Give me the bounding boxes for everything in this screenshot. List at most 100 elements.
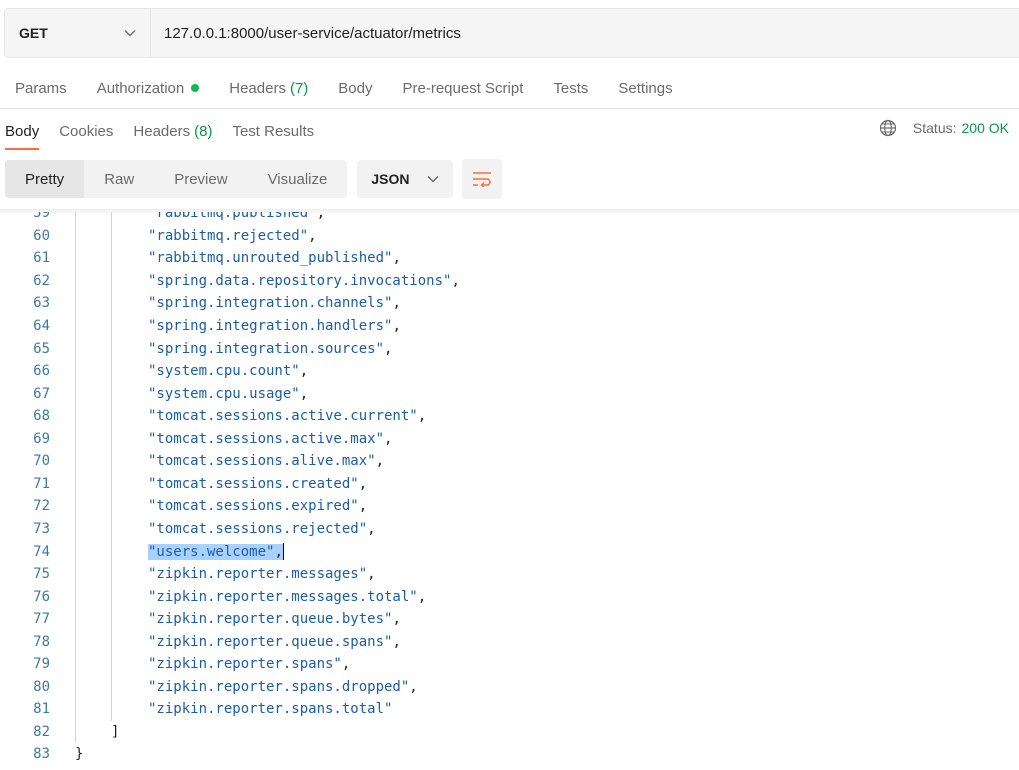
code-line: 70 "tomcat.sessions.alive.max", xyxy=(0,450,1019,473)
code-string: "rabbitmq.published" xyxy=(148,212,317,222)
code-punctuation: , xyxy=(358,475,368,492)
line-number: 62 xyxy=(33,272,50,289)
code-string: "spring.integration.handlers" xyxy=(148,318,393,334)
code-punctuation: , xyxy=(384,340,393,357)
response-tabs: Body Cookies Headers (8) Test Results xyxy=(0,112,324,150)
tab-params[interactable]: Params xyxy=(15,80,67,97)
code-string: "tomcat.sessions.created" xyxy=(148,475,359,492)
code-bracket: } xyxy=(75,746,84,763)
response-body-code[interactable]: 59 "rabbitmq.published", 60 "rabbitmq.rejec… xyxy=(0,212,1019,770)
format-label: JSON xyxy=(371,171,410,187)
tab-pre-request-script[interactable]: Pre-request Script xyxy=(403,80,524,97)
code-punctuation: , xyxy=(392,633,401,650)
tab-body[interactable]: Body xyxy=(338,80,372,97)
tab-test-results[interactable]: Test Results xyxy=(232,112,314,150)
line-number: 68 xyxy=(33,408,50,425)
code-string: "spring.data.repository.invocations" xyxy=(148,272,452,289)
tab-response-headers[interactable]: Headers (8) xyxy=(133,112,212,150)
code-string: "zipkin.reporter.queue.bytes" xyxy=(148,611,393,628)
view-mode-group: Pretty Raw Preview Visualize xyxy=(5,160,348,198)
request-tabs: Params Authorization Headers (7) Body Pre… xyxy=(0,70,688,106)
code-text: "tomcat.sessions.alive.max", xyxy=(148,453,384,469)
code-text: "tomcat.sessions.rejected", xyxy=(148,521,376,537)
code-text: "spring.integration.sources", xyxy=(148,341,392,357)
view-pretty-button[interactable]: Pretty xyxy=(5,160,85,198)
code-line: 64 "spring.integration.handlers", xyxy=(0,315,1019,338)
view-toolbar: Pretty Raw Preview Visualize JSON xyxy=(5,159,503,199)
view-preview-button[interactable]: Preview xyxy=(154,160,247,198)
code-string: "tomcat.sessions.rejected" xyxy=(148,520,368,537)
code-line: 77 "zipkin.reporter.queue.bytes", xyxy=(0,608,1019,631)
line-number: 83 xyxy=(33,746,50,763)
code-line: 69 "tomcat.sessions.active.max", xyxy=(0,428,1019,451)
tab-settings[interactable]: Settings xyxy=(618,80,672,97)
format-select[interactable]: JSON xyxy=(357,160,454,198)
code-line: 59 "rabbitmq.published", xyxy=(0,212,1019,225)
method-select[interactable]: GET xyxy=(5,9,151,57)
tab-count: (8) xyxy=(194,122,213,140)
code-punctuation: , xyxy=(375,453,385,470)
tab-tests[interactable]: Tests xyxy=(553,80,588,97)
code-punctuation: , xyxy=(451,272,460,289)
code-string: "zipkin.reporter.messages.total" xyxy=(148,588,418,605)
tab-label: Settings xyxy=(618,79,673,97)
tab-label: Body xyxy=(338,79,373,97)
code-punctuation: , xyxy=(316,212,326,222)
code-text: "users.welcome", xyxy=(148,543,284,560)
line-number: 64 xyxy=(33,318,50,334)
tab-count: (7) xyxy=(289,79,309,97)
code-text: "zipkin.reporter.spans", xyxy=(148,656,350,672)
tab-label: Headers xyxy=(229,79,286,97)
code-text: "rabbitmq.rejected", xyxy=(148,228,317,244)
globe-icon[interactable] xyxy=(879,119,897,137)
code-text: "tomcat.sessions.created", xyxy=(148,476,367,492)
tab-authorization[interactable]: Authorization xyxy=(97,80,200,97)
chevron-down-icon xyxy=(427,176,439,183)
code-punctuation: , xyxy=(299,385,309,402)
line-number: 80 xyxy=(33,678,50,695)
code-punctuation: , xyxy=(409,678,418,695)
tab-cookies[interactable]: Cookies xyxy=(59,112,113,150)
view-raw-button[interactable]: Raw xyxy=(84,160,154,198)
code-string: "tomcat.sessions.expired" xyxy=(148,498,359,515)
line-number: 78 xyxy=(33,633,50,650)
code-string: "rabbitmq.rejected" xyxy=(148,227,309,244)
code-punctuation: , xyxy=(392,250,401,267)
line-number: 60 xyxy=(33,227,50,244)
code-punctuation: , xyxy=(341,656,351,673)
code-text: "zipkin.reporter.spans.total" xyxy=(148,701,392,717)
line-number: 76 xyxy=(33,588,50,605)
code-string: "zipkin.reporter.spans.total" xyxy=(148,701,393,718)
tab-label: Pre-request Script xyxy=(402,79,524,97)
code-text: "tomcat.sessions.expired", xyxy=(148,498,367,514)
code-text: "tomcat.sessions.active.current", xyxy=(148,408,426,424)
code-punctuation: , xyxy=(299,363,309,380)
code-line: 75 "zipkin.reporter.messages", xyxy=(0,563,1019,586)
line-number: 69 xyxy=(33,430,50,447)
code-line: 62 "spring.data.repository.invocations", xyxy=(0,270,1019,293)
code-line: 83} xyxy=(0,743,1019,766)
code-text: "system.cpu.usage", xyxy=(148,386,308,402)
view-visualize-button[interactable]: Visualize xyxy=(248,160,348,198)
wrap-lines-button[interactable] xyxy=(462,159,503,199)
line-number: 74 xyxy=(33,543,50,560)
line-number: 63 xyxy=(33,295,50,312)
line-number: 61 xyxy=(33,250,50,267)
status-value[interactable]: 200 OK xyxy=(962,120,1009,136)
code-punctuation: , xyxy=(367,566,376,583)
line-number: 67 xyxy=(33,385,50,402)
tab-label: Params xyxy=(15,79,67,97)
code-punctuation: , xyxy=(367,520,376,537)
url-input[interactable] xyxy=(151,9,1019,57)
code-text: "zipkin.reporter.spans.dropped", xyxy=(148,679,418,695)
code-text: "rabbitmq.published", xyxy=(148,212,325,221)
code-string: "zipkin.reporter.queue.spans" xyxy=(148,633,393,650)
code-text: "spring.data.repository.invocations", xyxy=(148,273,460,289)
tab-headers[interactable]: Headers (7) xyxy=(229,80,308,97)
code-line: 71 "tomcat.sessions.created", xyxy=(0,473,1019,496)
code-line: 65 "spring.integration.sources", xyxy=(0,337,1019,360)
tab-response-body[interactable]: Body xyxy=(5,112,40,150)
code-text: "zipkin.reporter.queue.spans", xyxy=(148,634,401,650)
code-line: 68 "tomcat.sessions.active.current", xyxy=(0,405,1019,428)
code-string: "spring.integration.sources" xyxy=(148,340,385,357)
